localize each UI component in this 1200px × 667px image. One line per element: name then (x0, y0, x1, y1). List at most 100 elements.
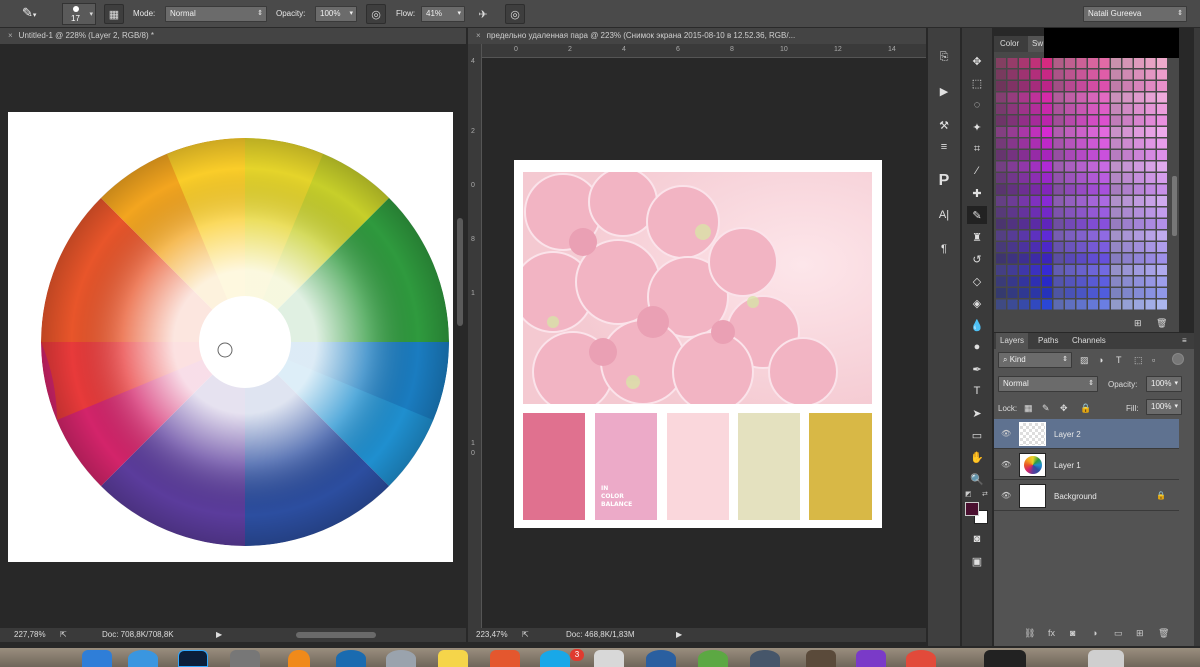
swatch-cell[interactable] (996, 69, 1006, 80)
swatch-cell[interactable] (996, 207, 1006, 218)
swatch-cell[interactable] (1134, 253, 1144, 264)
swatch-cell[interactable] (1007, 207, 1018, 218)
swatch-cell[interactable] (1042, 173, 1052, 183)
swatch-cell[interactable] (1134, 265, 1144, 275)
swatch-cell[interactable] (1134, 219, 1144, 229)
swatch-cell[interactable] (1042, 219, 1052, 229)
swatch-cell[interactable] (1088, 184, 1098, 195)
swatch-cell[interactable] (996, 58, 1006, 68)
horizontal-scrollbar[interactable] (296, 632, 376, 638)
paint-bucket-tool-icon[interactable]: ◈ (967, 294, 987, 312)
swatch-cell[interactable] (1053, 150, 1064, 160)
swatch-cell[interactable] (1065, 58, 1075, 68)
swatch-cell[interactable] (1065, 115, 1075, 126)
utility-icon[interactable] (806, 650, 836, 667)
swatch-cell[interactable] (1030, 253, 1041, 264)
app-store-icon[interactable] (490, 650, 520, 667)
history-panel-icon[interactable]: ⎘ (934, 48, 954, 66)
pressure-opacity-icon[interactable]: ◎ (366, 4, 386, 24)
swatch-cell[interactable] (1122, 184, 1133, 195)
brush-tool-selected-icon[interactable]: ✎ (967, 206, 987, 224)
swatch-cell[interactable] (1145, 253, 1156, 264)
swatch-cell[interactable] (1076, 184, 1087, 195)
swatch-cell[interactable] (1042, 81, 1052, 91)
swatch-cell[interactable] (1076, 299, 1087, 310)
swatch-cell[interactable] (1088, 196, 1098, 206)
filter-toggle-icon[interactable] (1172, 353, 1184, 365)
swatch-cell[interactable] (1019, 81, 1029, 91)
move-tool-icon[interactable]: ✥ (967, 52, 987, 70)
swatch-cell[interactable] (1122, 115, 1133, 126)
swatch-cell[interactable] (1111, 150, 1121, 160)
opacity-field[interactable]: 100% ▾ (315, 6, 357, 22)
lasso-tool-icon[interactable]: ◌ (967, 96, 987, 114)
swatch-cell[interactable] (1053, 104, 1064, 114)
swatch-cell[interactable] (1111, 92, 1121, 103)
swatch-cell[interactable] (1111, 219, 1121, 229)
swatch-cell[interactable] (1042, 288, 1052, 298)
swatch-cell[interactable] (1076, 288, 1087, 298)
swatch-cell[interactable] (1088, 92, 1098, 103)
swatch-cell[interactable] (1088, 276, 1098, 287)
swatch-cell[interactable] (1122, 173, 1133, 183)
swatch-cell[interactable] (1099, 242, 1110, 252)
swatch-cell[interactable] (1076, 219, 1087, 229)
share-icon[interactable]: ⇱ (60, 628, 67, 642)
layers-opacity-field[interactable]: 100% ▾ (1146, 376, 1182, 392)
adjustment-layer-icon[interactable]: ◑ (1092, 628, 1097, 638)
swatch-cell[interactable] (1111, 138, 1121, 149)
swatch-cell[interactable] (1157, 127, 1167, 137)
swatch-cell[interactable] (1088, 58, 1098, 68)
swatch-cell[interactable] (1088, 207, 1098, 218)
swatch-cell[interactable] (1145, 196, 1156, 206)
visibility-eye-icon[interactable]: 👁 (1001, 460, 1011, 469)
swatch-cell[interactable] (1122, 288, 1133, 298)
swatch-cell[interactable] (1030, 288, 1041, 298)
swatch-cell[interactable] (1157, 138, 1167, 149)
swatch-cell[interactable] (1157, 58, 1167, 68)
swatch-cell[interactable] (1065, 161, 1075, 172)
swatch-cell[interactable] (1042, 104, 1052, 114)
swatch-cell[interactable] (1134, 196, 1144, 206)
swatch-cell[interactable] (1030, 184, 1041, 195)
swatch-cell[interactable] (1122, 92, 1133, 103)
swatch-cell[interactable] (1076, 138, 1087, 149)
swatch-cell[interactable] (1157, 69, 1167, 80)
swatch-cell[interactable] (1088, 219, 1098, 229)
fill-field[interactable]: 100% ▾ (1146, 399, 1182, 415)
quick-mask-icon[interactable]: ◙ (967, 530, 987, 548)
swatch-cell[interactable] (1076, 150, 1087, 160)
swatch-cell[interactable] (1145, 58, 1156, 68)
swatch-cell[interactable] (1111, 242, 1121, 252)
filter-adjustment-icon[interactable]: ◑ (1098, 355, 1103, 365)
swap-colors-icon[interactable]: ⇄ (982, 490, 988, 498)
swatch-cell[interactable] (1122, 207, 1133, 218)
swatch-cell[interactable] (1122, 104, 1133, 114)
swatch-cell[interactable] (1088, 138, 1098, 149)
swatch-cell[interactable] (1053, 127, 1064, 137)
right-zoom[interactable]: 223,47% (476, 628, 508, 642)
swatch-cell[interactable] (1042, 69, 1052, 80)
swatch-cell[interactable] (1030, 138, 1041, 149)
swatch-cell[interactable] (1157, 276, 1167, 287)
swatch-cell[interactable] (1065, 173, 1075, 183)
swatch-cell[interactable] (1065, 138, 1075, 149)
swatch-cell[interactable] (1042, 127, 1052, 137)
swatch-cell[interactable] (1065, 288, 1075, 298)
swatch-cell[interactable] (1134, 207, 1144, 218)
swatch-cell[interactable] (1076, 196, 1087, 206)
swatch-cell[interactable] (1007, 265, 1018, 275)
swatch-cell[interactable] (1145, 127, 1156, 137)
swatch-cell[interactable] (1099, 265, 1110, 275)
swatch-cell[interactable] (1065, 253, 1075, 264)
swatch-cell[interactable] (1122, 242, 1133, 252)
swatch-cell[interactable] (1042, 253, 1052, 264)
swatch-cell[interactable] (1053, 81, 1064, 91)
swatch-cell[interactable] (1065, 196, 1075, 206)
swatch-cell[interactable] (1145, 242, 1156, 252)
brush-tool-icon[interactable]: ✎▾ (22, 5, 44, 23)
swatch-cell[interactable] (1042, 207, 1052, 218)
swatch-cell[interactable] (1053, 207, 1064, 218)
swatch-cell[interactable] (1111, 173, 1121, 183)
swatch-cell[interactable] (1030, 276, 1041, 287)
